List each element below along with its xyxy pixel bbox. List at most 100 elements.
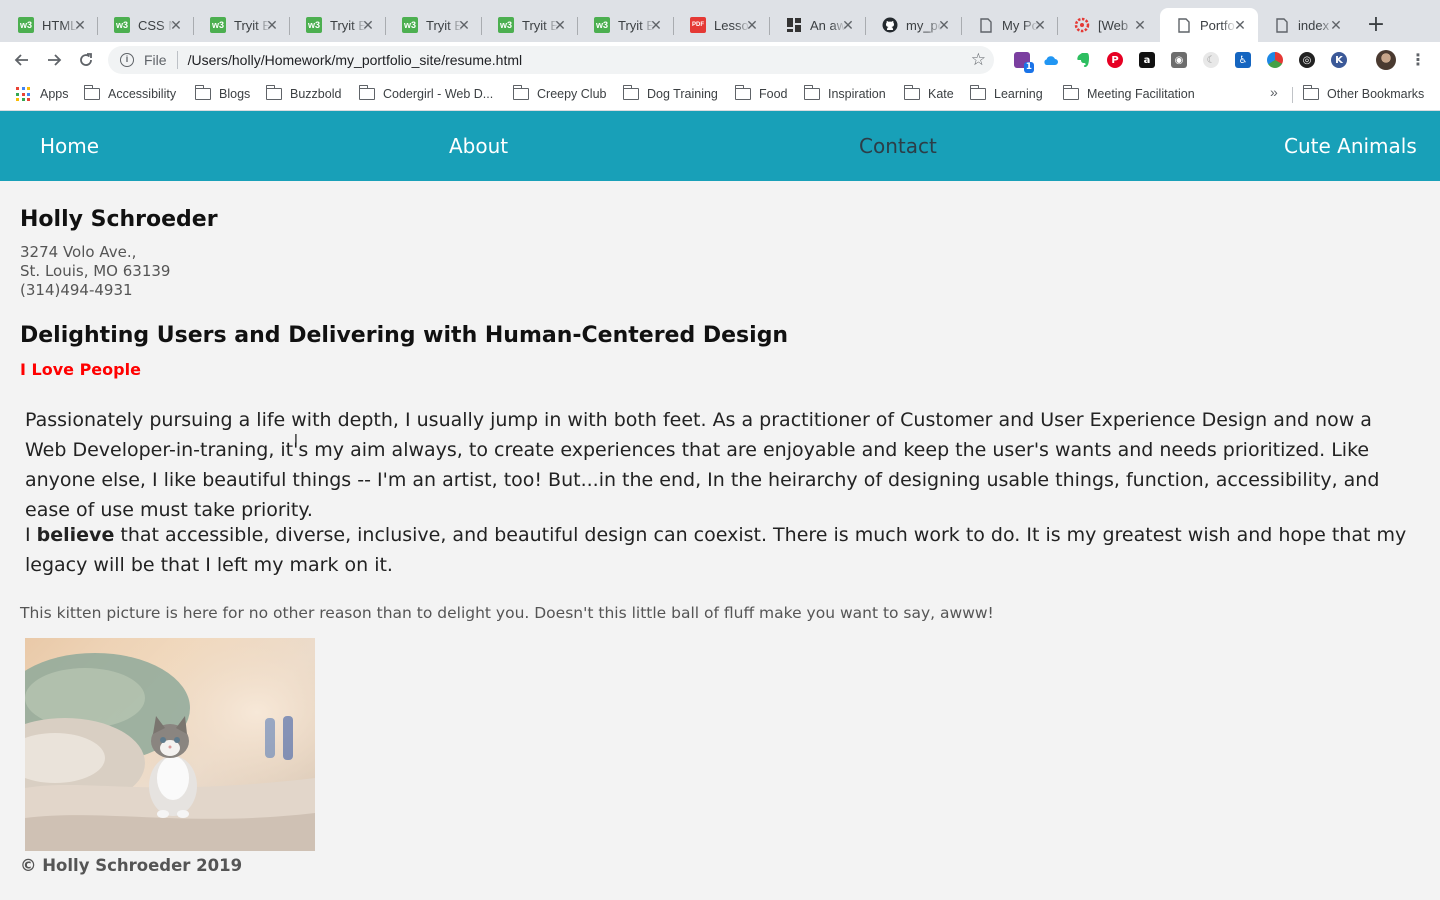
- pinterest-icon[interactable]: P: [1107, 52, 1123, 68]
- w3schools-icon: w3: [306, 17, 322, 33]
- footer-copyright: © Holly Schroeder 2019: [20, 856, 243, 875]
- new-tab-icon[interactable]: +: [1364, 13, 1388, 37]
- page-icon: [1176, 17, 1192, 33]
- menu-dots-icon[interactable]: ⋮: [1410, 50, 1426, 70]
- belief-text-end: that accessible, diverse, inclusive, and…: [25, 524, 1407, 576]
- back-arrow-icon[interactable]: [10, 48, 34, 72]
- tab-close-icon[interactable]: ✕: [360, 17, 376, 33]
- bookmark-folder[interactable]: Accessibility: [83, 84, 177, 104]
- bookmark-folder[interactable]: Codergirl - Web D...: [358, 84, 494, 104]
- bookmark-folder[interactable]: Food: [734, 84, 788, 104]
- color-picker-icon[interactable]: [1267, 52, 1283, 68]
- bookmark-folder[interactable]: Inspiration: [803, 84, 886, 104]
- tab-close-icon[interactable]: ✕: [840, 17, 856, 33]
- browser-tab[interactable]: w3 CSS N ✕: [98, 8, 194, 42]
- address-url[interactable]: /Users/holly/Homework/my_portfolio_site/…: [188, 52, 523, 68]
- browser-tab[interactable]: w3 Tryit E ✕: [194, 8, 290, 42]
- bookmark-folder[interactable]: Meeting Facilitation: [1062, 84, 1195, 104]
- address-street: 3274 Volo Ave.,: [20, 243, 137, 261]
- page-content: Home About Contact Cute Animals Holly Sc…: [0, 111, 1440, 900]
- tab-close-icon[interactable]: ✕: [1328, 17, 1344, 33]
- profile-avatar[interactable]: [1376, 50, 1396, 70]
- bookmark-label: Learning: [994, 87, 1043, 101]
- bookmark-label: Codergirl - Web D...: [383, 87, 494, 101]
- bookmark-folder[interactable]: Learning: [969, 84, 1043, 104]
- address-bar[interactable]: i File /Users/holly/Homework/my_portfoli…: [108, 46, 994, 74]
- belief-paragraph: I believe that accessible, diverse, incl…: [25, 520, 1415, 580]
- belief-bold-word: believe: [36, 524, 115, 546]
- shield-eye-icon[interactable]: ◉: [1171, 52, 1187, 68]
- folder-icon: [734, 85, 751, 100]
- tab-close-icon[interactable]: ✕: [936, 17, 952, 33]
- browser-tab[interactable]: An aw ✕: [770, 8, 866, 42]
- extension-icon[interactable]: 1: [1014, 52, 1034, 73]
- folder-icon: [512, 85, 529, 100]
- nav-link-contact[interactable]: Contact: [859, 134, 937, 158]
- browser-tab[interactable]: index ✕: [1258, 8, 1354, 42]
- browser-tab[interactable]: w3 Tryit E ✕: [386, 8, 482, 42]
- browser-tab[interactable]: w3 Tryit E ✕: [482, 8, 578, 42]
- bookmark-label: Accessibility: [108, 87, 177, 101]
- browser-tab[interactable]: w3 HTML ✕: [2, 8, 98, 42]
- browser-tab[interactable]: w3 Tryit E ✕: [578, 8, 674, 42]
- nav-link-cute-animals[interactable]: Cute Animals: [1284, 134, 1417, 158]
- bookmarks-bar: Apps Accessibility Blogs Buzzbold Coderg…: [0, 78, 1440, 111]
- color-wheel-icon[interactable]: ◎: [1299, 52, 1315, 68]
- folder-icon: [358, 85, 375, 100]
- folder-icon: [83, 85, 100, 100]
- site-info-icon[interactable]: i: [120, 53, 134, 67]
- tab-close-icon[interactable]: ✕: [72, 17, 88, 33]
- tab-close-icon[interactable]: ✕: [1132, 17, 1148, 33]
- browser-tab[interactable]: my_po ✕: [866, 8, 962, 42]
- tab-close-icon[interactable]: ✕: [1232, 17, 1248, 33]
- bookmark-label: Dog Training: [647, 87, 718, 101]
- tab-close-icon[interactable]: ✕: [264, 17, 280, 33]
- tab-close-icon[interactable]: ✕: [648, 17, 664, 33]
- tab-close-icon[interactable]: ✕: [168, 17, 184, 33]
- address-scheme: File: [144, 52, 167, 68]
- bookmark-folder[interactable]: Buzzbold: [265, 84, 341, 104]
- tab-close-icon[interactable]: ✕: [1032, 17, 1048, 33]
- moon-icon[interactable]: ☾: [1203, 52, 1219, 68]
- folder-icon: [903, 85, 920, 100]
- browser-tab[interactable]: w3 Tryit E ✕: [290, 8, 386, 42]
- kitten-caption: This kitten picture is here for no other…: [20, 604, 994, 622]
- bookmark-apps[interactable]: Apps: [16, 84, 69, 104]
- amazon-a-icon[interactable]: a: [1139, 52, 1155, 68]
- k-extension-icon[interactable]: K: [1331, 52, 1347, 68]
- w3schools-icon: w3: [210, 17, 226, 33]
- bookmark-folder[interactable]: Blogs: [194, 84, 250, 104]
- evernote-icon[interactable]: [1075, 52, 1091, 68]
- bookmark-label: Apps: [40, 87, 69, 101]
- cloud-icon[interactable]: [1043, 52, 1059, 68]
- tab-strip: w3 HTML ✕ w3 CSS N ✕ w3 Tryit E ✕ w3 Try…: [0, 0, 1440, 42]
- bookmarks-overflow-icon[interactable]: »: [1270, 84, 1278, 100]
- contact-address: 3274 Volo Ave., St. Louis, MO 63139 (314…: [20, 243, 170, 300]
- bookmark-label: Kate: [928, 87, 954, 101]
- bookmark-other-folder[interactable]: Other Bookmarks: [1302, 84, 1424, 104]
- browser-tab[interactable]: [Web ✕: [1058, 8, 1158, 42]
- browser-tab[interactable]: PDF Lesso ✕: [674, 8, 770, 42]
- accessibility-icon[interactable]: ♿: [1235, 52, 1251, 68]
- subheading: I Love People: [20, 360, 141, 379]
- tab-close-icon[interactable]: ✕: [744, 17, 760, 33]
- reload-icon[interactable]: [74, 48, 98, 72]
- forward-arrow-icon[interactable]: [42, 48, 66, 72]
- browser-tab-active[interactable]: Portfo ✕: [1160, 8, 1258, 42]
- nav-link-about[interactable]: About: [449, 134, 508, 158]
- bookmark-folder[interactable]: Creepy Club: [512, 84, 607, 104]
- bookmark-star-icon[interactable]: ☆: [971, 50, 986, 70]
- nav-link-home[interactable]: Home: [40, 134, 99, 158]
- tab-close-icon[interactable]: ✕: [456, 17, 472, 33]
- apps-grid-icon: [16, 87, 30, 101]
- headline: Delighting Users and Delivering with Hum…: [20, 323, 789, 348]
- bookmark-folder[interactable]: Dog Training: [622, 84, 718, 104]
- w3schools-icon: w3: [402, 17, 418, 33]
- tab-close-icon[interactable]: ✕: [552, 17, 568, 33]
- bookmark-label: Creepy Club: [537, 87, 607, 101]
- bookmark-folder[interactable]: Kate: [903, 84, 954, 104]
- dashboard-icon: [786, 17, 802, 33]
- bookmarks-divider: [1292, 87, 1293, 103]
- extension-badge: 1: [1023, 62, 1034, 73]
- browser-tab[interactable]: My Po ✕: [962, 8, 1058, 42]
